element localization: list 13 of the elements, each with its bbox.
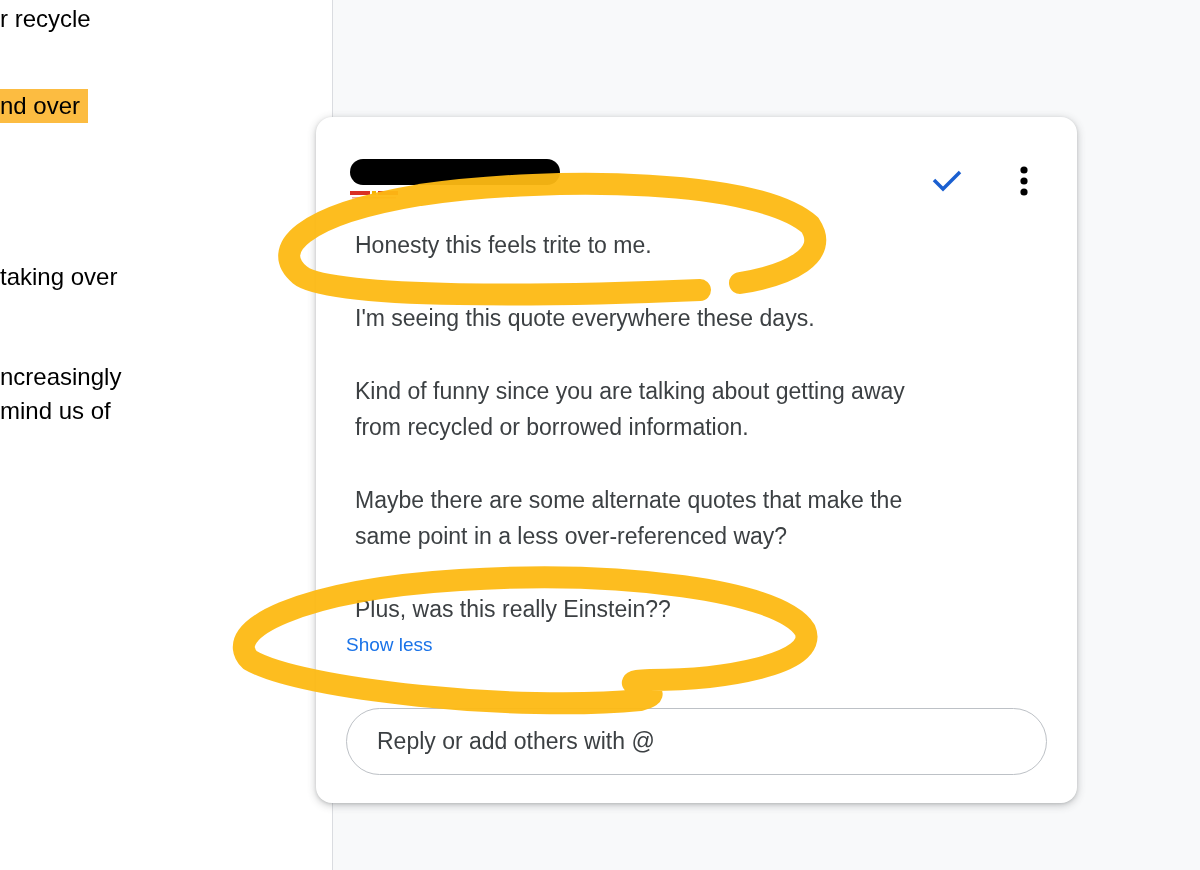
document-text: taking over	[0, 262, 119, 292]
comment-text: Honesty this feels trite to me.	[355, 231, 653, 260]
document-text: nd over	[0, 89, 89, 123]
document-text: ncreasingly	[0, 362, 123, 392]
comment-text: Maybe there are some alternate quotes that make the same point in a less over-referenced way?	[355, 486, 904, 551]
comment-text: Kind of funny since you are talking about getting away from recycled or borrowed information.	[355, 377, 906, 442]
document-text: mind us of	[0, 396, 112, 426]
reply-field[interactable]: Reply or add others with @	[346, 708, 1047, 775]
more-vertical-icon	[1019, 165, 1029, 197]
comment-text: I'm seeing this quote everywhere these days.	[355, 304, 816, 333]
show-less-link[interactable]: Show less	[346, 633, 433, 657]
comment-text: Plus, was this really Einstein??	[355, 595, 672, 624]
document-text: r recycle	[0, 4, 92, 34]
